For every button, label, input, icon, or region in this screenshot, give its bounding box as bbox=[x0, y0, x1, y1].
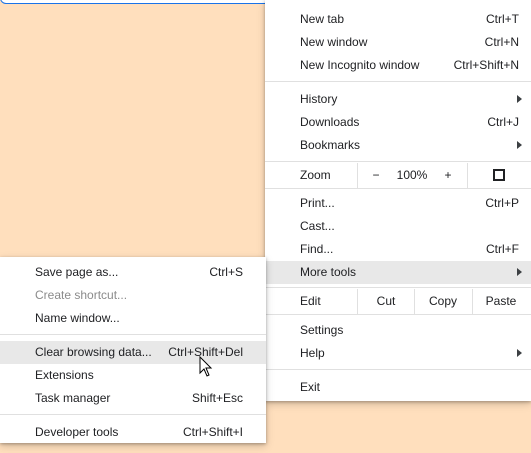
zoom-in-button[interactable]: + bbox=[441, 168, 455, 182]
menu-separator bbox=[265, 287, 531, 288]
paste-button[interactable]: Paste bbox=[473, 294, 529, 308]
menu-item-label: Downloads bbox=[300, 115, 360, 129]
menu-separator bbox=[0, 334, 266, 335]
zoom-label: Zoom bbox=[300, 168, 331, 182]
menu-item-settings[interactable]: Settings bbox=[265, 319, 531, 342]
zoom-row: Zoom − 100% + bbox=[265, 163, 531, 188]
menu-item-shortcut: Ctrl+S bbox=[209, 265, 243, 279]
menu-separator bbox=[265, 314, 531, 315]
submenu-arrow-icon bbox=[517, 141, 522, 149]
cut-button[interactable]: Cut bbox=[358, 294, 414, 308]
menu-separator bbox=[265, 161, 531, 162]
menu-item-label: Exit bbox=[300, 380, 321, 394]
menu-item-shortcut: Shift+Esc bbox=[191, 391, 243, 405]
menu-item-shortcut: Ctrl+F bbox=[486, 242, 519, 256]
menu-item-label: New Incognito window bbox=[300, 58, 420, 72]
menu-item-find[interactable]: Find... Ctrl+F bbox=[265, 238, 531, 261]
menu-item-shortcut: Ctrl+N bbox=[484, 35, 519, 49]
menu-item-label: Cast... bbox=[300, 219, 335, 233]
menu-item-new-tab[interactable]: New tab Ctrl+T bbox=[265, 8, 531, 31]
submenu-arrow-icon bbox=[517, 95, 522, 103]
menu-item-developer-tools[interactable]: Developer tools Ctrl+Shift+I bbox=[0, 421, 266, 444]
menu-item-create-shortcut: Create shortcut... bbox=[0, 284, 266, 307]
menu-item-shortcut: Ctrl+J bbox=[487, 115, 519, 129]
menu-item-shortcut: Ctrl+Shift+N bbox=[453, 58, 519, 72]
menu-separator bbox=[0, 414, 266, 415]
menu-item-shortcut: Ctrl+T bbox=[486, 12, 519, 26]
menu-item-shortcut: Ctrl+P bbox=[485, 196, 519, 210]
menu-item-label: Clear browsing data... bbox=[35, 345, 152, 359]
menu-item-clear-browsing-data[interactable]: Clear browsing data... Ctrl+Shift+Del bbox=[0, 341, 266, 364]
menu-item-task-manager[interactable]: Task manager Shift+Esc bbox=[0, 387, 266, 410]
menu-item-shortcut: Ctrl+Shift+I bbox=[182, 425, 243, 439]
menu-item-help[interactable]: Help bbox=[265, 342, 531, 365]
more-tools-submenu: Save page as... Ctrl+S Create shortcut..… bbox=[0, 257, 266, 443]
menu-item-label: Bookmarks bbox=[300, 138, 361, 152]
edit-label: Edit bbox=[300, 294, 321, 308]
divider bbox=[357, 163, 358, 188]
fullscreen-icon[interactable] bbox=[493, 169, 505, 181]
zoom-level: 100% bbox=[396, 168, 428, 182]
menu-item-exit[interactable]: Exit bbox=[265, 376, 531, 399]
menu-item-new-incognito-window[interactable]: New Incognito window Ctrl+Shift+N bbox=[265, 54, 531, 77]
menu-item-history[interactable]: History bbox=[265, 88, 531, 111]
menu-separator bbox=[265, 188, 531, 189]
menu-item-label: Create shortcut... bbox=[35, 288, 128, 302]
menu-item-label: New window bbox=[300, 35, 368, 49]
menu-item-label: Save page as... bbox=[35, 265, 119, 279]
mouse-cursor-icon bbox=[199, 356, 213, 377]
menu-item-new-window[interactable]: New window Ctrl+N bbox=[265, 31, 531, 54]
menu-item-label: Settings bbox=[300, 323, 344, 337]
chrome-main-menu: New tab Ctrl+T New window Ctrl+N New Inc… bbox=[265, 0, 531, 401]
menu-item-label: Task manager bbox=[35, 391, 111, 405]
menu-item-more-tools[interactable]: More tools bbox=[265, 261, 531, 284]
menu-item-label: New tab bbox=[300, 12, 345, 26]
menu-separator bbox=[265, 81, 531, 82]
menu-item-downloads[interactable]: Downloads Ctrl+J bbox=[265, 111, 531, 134]
menu-item-label: Help bbox=[300, 346, 325, 360]
divider bbox=[467, 163, 468, 188]
submenu-arrow-icon bbox=[517, 268, 522, 276]
menu-item-label: Name window... bbox=[35, 311, 120, 325]
menu-item-name-window[interactable]: Name window... bbox=[0, 307, 266, 330]
menu-item-label: Print... bbox=[300, 196, 335, 210]
menu-item-bookmarks[interactable]: Bookmarks bbox=[265, 134, 531, 157]
menu-item-save-page[interactable]: Save page as... Ctrl+S bbox=[0, 261, 266, 284]
zoom-out-button[interactable]: − bbox=[369, 168, 383, 182]
menu-item-print[interactable]: Print... Ctrl+P bbox=[265, 192, 531, 215]
menu-item-cast[interactable]: Cast... bbox=[265, 215, 531, 238]
submenu-arrow-icon bbox=[517, 349, 522, 357]
copy-button[interactable]: Copy bbox=[415, 294, 471, 308]
menu-item-label: Developer tools bbox=[35, 425, 119, 439]
menu-item-extensions[interactable]: Extensions bbox=[0, 364, 266, 387]
edit-row: Edit Cut Copy Paste bbox=[265, 289, 531, 314]
menu-item-label: Extensions bbox=[35, 368, 94, 382]
menu-item-label: Find... bbox=[300, 242, 334, 256]
menu-item-label: More tools bbox=[300, 265, 357, 279]
menu-item-label: History bbox=[300, 92, 338, 106]
menu-separator bbox=[265, 369, 531, 370]
